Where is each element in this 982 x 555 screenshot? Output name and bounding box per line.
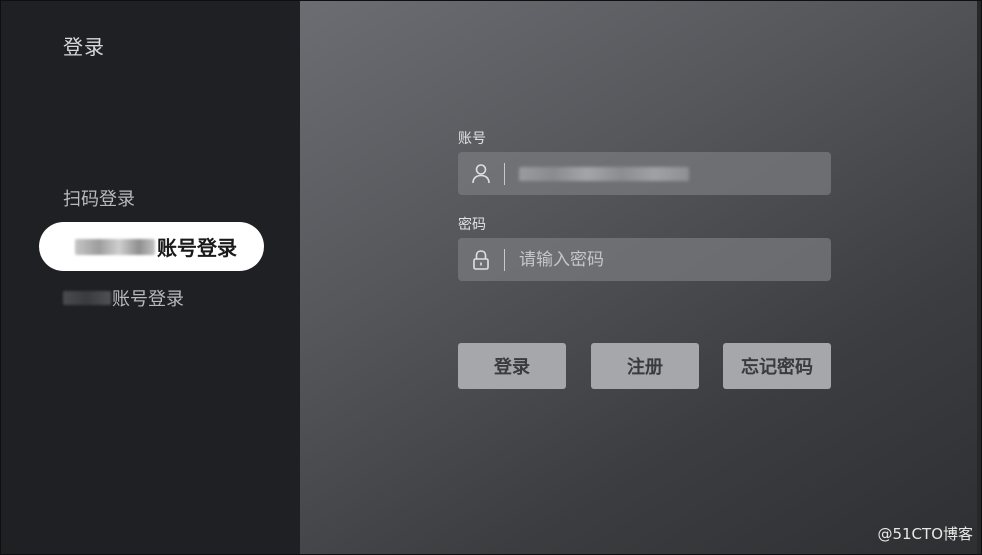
sidebar-item-label: 扫码登录 bbox=[63, 189, 135, 210]
sidebar-item-label: 账号登录 bbox=[112, 289, 184, 310]
sidebar-item-label: 账号登录 bbox=[157, 236, 237, 260]
password-input[interactable] bbox=[519, 249, 799, 270]
sidebar-item-qr-login[interactable]: 扫码登录 bbox=[63, 185, 135, 211]
register-button[interactable]: 注册 bbox=[591, 343, 699, 389]
account-label: 账号 bbox=[458, 131, 486, 147]
redacted-text bbox=[75, 238, 155, 255]
password-field[interactable] bbox=[458, 238, 831, 281]
right-edge bbox=[977, 1, 981, 554]
password-label: 密码 bbox=[458, 217, 486, 233]
login-button[interactable]: 登录 bbox=[458, 343, 566, 389]
forgot-password-button[interactable]: 忘记密码 bbox=[723, 343, 831, 389]
sidebar-title: 登录 bbox=[63, 35, 105, 59]
field-divider bbox=[504, 162, 505, 185]
watermark: @51CTO博客 bbox=[877, 525, 973, 543]
account-value-redacted bbox=[519, 166, 689, 181]
field-divider bbox=[504, 248, 505, 271]
account-field[interactable] bbox=[458, 152, 831, 195]
lock-icon bbox=[458, 238, 504, 281]
user-icon bbox=[458, 152, 504, 195]
redacted-text bbox=[63, 291, 111, 305]
sidebar-item-account-login-active[interactable]: 账号登录 bbox=[39, 222, 264, 271]
login-window: 登录 扫码登录 账号登录 账号登录 账号 密码 登录 注册 忘记密码 @51CT… bbox=[0, 0, 982, 555]
sidebar-item-alt-account-login[interactable]: 账号登录 bbox=[63, 285, 184, 311]
sidebar: 登录 扫码登录 账号登录 账号登录 bbox=[1, 1, 300, 554]
